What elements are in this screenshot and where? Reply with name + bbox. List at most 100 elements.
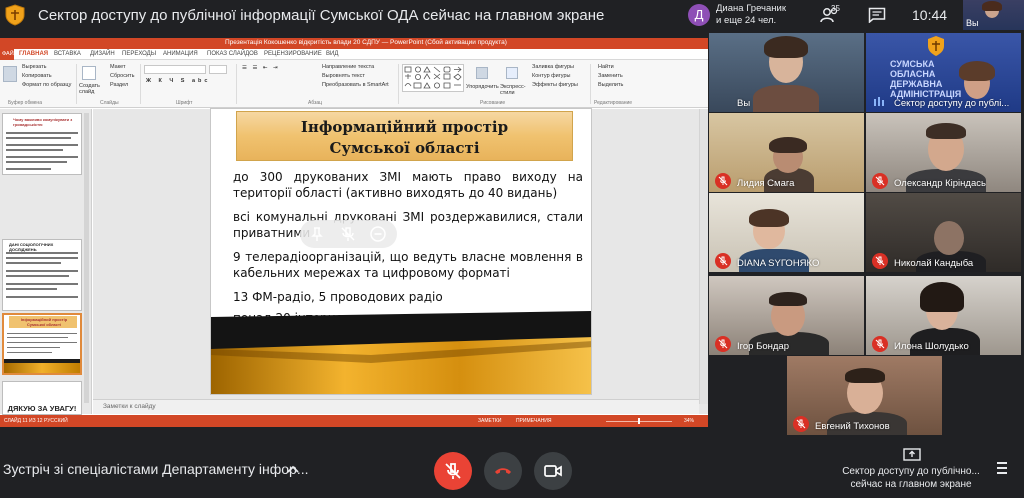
slide-thumbnail[interactable]: ДЯКУЮ ЗА УВАГУ! <box>2 381 82 415</box>
font-name-box[interactable] <box>144 65 206 74</box>
status-slide-counter: СЛАЙД 11 ИЗ 12 <box>4 418 43 424</box>
ribbon-reset[interactable]: Сбросить <box>110 73 134 79</box>
slide-paragraph-fm-radio: 13 ФМ-радіо, 5 проводових радіо <box>233 290 443 304</box>
shapes-gallery[interactable] <box>402 64 464 92</box>
ribbon-arrange[interactable]: Упорядочить <box>466 84 499 90</box>
thumbnail-title: Чому важливо комунікувати з громадськіст… <box>13 117 73 127</box>
ribbon-layout[interactable]: Макет <box>110 64 126 70</box>
ribbon-select[interactable]: Выделить <box>598 82 623 88</box>
participant-tile-presenter[interactable]: СУМСЬКА ОБЛАСНА ДЕРЖАВНА АДМІНІСТРАЦІЯ С… <box>866 33 1021 112</box>
ribbon-cut[interactable]: Вырезать <box>22 64 46 70</box>
thumbnail-title: Інформаційний простір Сумської області <box>20 317 68 327</box>
host-name-line2: и еще 24 чел. <box>716 15 777 26</box>
thumbnail-text-line <box>6 275 69 277</box>
remove-icon[interactable] <box>369 225 387 243</box>
ribbon-align-text[interactable]: Выровнять текст <box>322 73 365 79</box>
slide-paragraph-printed-media: до 300 друкованих ЗМІ мають право виходу… <box>233 170 583 200</box>
participant-tile[interactable]: DIANA SYГОНЯКО <box>709 193 864 272</box>
pin-icon[interactable] <box>308 225 326 243</box>
thumbnail-text-line <box>7 352 52 353</box>
ribbon-find[interactable]: Найти <box>598 64 614 70</box>
group-clipboard: Буфер обмена <box>8 100 42 106</box>
muted-mic-badge <box>715 336 731 352</box>
ppt-tab-file[interactable]: ФАЙЛ <box>0 49 17 60</box>
mic-off-icon <box>875 176 885 186</box>
mute-icon[interactable] <box>339 225 357 243</box>
participant-hair <box>926 123 966 139</box>
slide-vertical-scrollbar[interactable] <box>699 109 708 404</box>
ribbon-quick-styles[interactable]: Экспресс-стили <box>500 84 526 96</box>
ribbon-text-direction[interactable]: Направление текста <box>322 64 374 70</box>
new-slide-icon[interactable] <box>82 66 96 80</box>
ppt-tab-home[interactable]: ГЛАВНАЯ <box>19 51 48 57</box>
slide-title-line2: Сумської області <box>329 139 480 157</box>
status-language[interactable]: РУССКИЙ <box>44 418 68 424</box>
paste-icon[interactable] <box>3 66 17 82</box>
thumbnail-text-line <box>7 333 77 334</box>
status-zoom[interactable]: 34% <box>684 418 694 424</box>
ribbon-replace[interactable]: Заменить <box>598 73 623 79</box>
chat-icon[interactable] <box>868 7 886 23</box>
muted-mic-badge <box>715 253 731 269</box>
status-notes[interactable]: ЗАМЕТКИ <box>478 418 501 424</box>
participant-tile[interactable]: Илона Шолудько <box>866 276 1021 355</box>
ppt-tab-design[interactable]: ДИЗАЙН <box>90 51 115 57</box>
ppt-tab-review[interactable]: РЕЦЕНЗИРОВАНИЕ <box>264 51 322 57</box>
chevron-up-icon[interactable] <box>286 463 300 475</box>
participant-tile[interactable]: Олександр Кіріндась <box>866 113 1021 192</box>
host-avatar[interactable]: Д <box>688 4 710 26</box>
slide-thumbnail[interactable]: Чому важливо комунікувати з громадськіст… <box>2 113 82 175</box>
camera-toggle-button[interactable] <box>534 452 572 490</box>
arrange-icon[interactable] <box>476 67 488 79</box>
ribbon-format-painter[interactable]: Формат по образцу <box>22 82 71 88</box>
muted-mic-badge <box>872 253 888 269</box>
participant-face <box>934 221 964 255</box>
font-size-box[interactable] <box>209 65 227 74</box>
presentation-shield-icon <box>5 4 25 26</box>
participant-tile[interactable]: Николай Кандыба <box>866 193 1021 272</box>
ppt-tab-insert[interactable]: ВСТАВКА <box>54 51 81 57</box>
quick-styles-icon[interactable] <box>506 67 518 79</box>
ribbon-shape-outline[interactable]: Контур фигуры <box>532 73 570 79</box>
participant-tile-you[interactable]: Вы <box>709 33 864 112</box>
slide-thumbnail[interactable]: ДАНІ СОЦІОЛОГІЧНИХ ДОСЛІДЖЕНЬ <box>2 239 82 311</box>
self-preview-hair <box>982 1 1002 11</box>
present-screen-icon[interactable] <box>903 448 921 462</box>
group-editing: Редактирование <box>594 100 633 106</box>
host-name[interactable]: Диана Гречаник и еще 24 чел. <box>716 3 786 27</box>
ribbon-copy[interactable]: Копировать <box>22 73 52 79</box>
host-name-line1: Диана Гречаник <box>716 3 786 14</box>
ppt-tab-animation[interactable]: АНИМАЦИЯ <box>163 51 198 57</box>
muted-mic-badge <box>872 336 888 352</box>
thumbnail-text-line <box>6 161 67 163</box>
thumbnail-text-line <box>6 144 78 146</box>
zoom-slider-knob[interactable] <box>638 418 640 424</box>
mic-toggle-button[interactable] <box>434 452 472 490</box>
thumbnail-text-line <box>6 137 71 139</box>
ribbon-shape-effects[interactable]: Эффекты фигуры <box>532 82 578 88</box>
notes-pane[interactable]: Заметки к слайду <box>93 399 699 414</box>
participant-tile[interactable]: Лидия Смага <box>709 113 864 192</box>
ppt-status-bar: СЛАЙД 11 ИЗ 12 РУССКИЙ ЗАМЕТКИ ПРИМЕЧАНИ… <box>0 415 708 427</box>
ppt-tab-slideshow[interactable]: ПОКАЗ СЛАЙДОВ <box>207 51 258 57</box>
ribbon-smartart[interactable]: Преобразовать в SmartArt <box>322 82 389 88</box>
leave-call-button[interactable] <box>484 452 522 490</box>
ppt-tab-transitions[interactable]: ПЕРЕХОДЫ <box>122 51 156 57</box>
group-font: Шрифт <box>176 100 193 106</box>
participant-tile[interactable]: Ігор Бондар <box>709 276 864 355</box>
presenting-status-text[interactable]: Сектор доступу до публічно... сейчас на … <box>840 465 982 491</box>
meeting-name[interactable]: Зустріч зі спеціалістами Департаменту ін… <box>3 461 309 477</box>
status-comments[interactable]: ПРИМЕЧАНИЯ <box>516 418 552 424</box>
thumbnail-text-line <box>6 288 57 290</box>
paragraph-list-buttons[interactable]: ☰ ☰ ⇤ ⇥ <box>242 65 280 71</box>
thumbnails-scrollbar[interactable] <box>84 113 89 403</box>
slide-thumbnail-selected[interactable]: Інформаційний простір Сумської області <box>2 313 82 375</box>
participant-tile[interactable]: Евгений Тихонов <box>787 356 942 435</box>
ribbon-shape-fill[interactable]: Заливка фигуры <box>532 64 574 70</box>
ribbon-new-slide[interactable]: Создать слайд <box>79 83 103 95</box>
self-preview[interactable]: Вы <box>963 0 1024 30</box>
ribbon-section[interactable]: Раздел <box>110 82 128 88</box>
ppt-tab-view[interactable]: ВИД <box>326 51 338 57</box>
more-options-icon[interactable] <box>996 461 1008 475</box>
font-style-buttons[interactable]: Ж К Ч S abc <box>146 78 210 84</box>
